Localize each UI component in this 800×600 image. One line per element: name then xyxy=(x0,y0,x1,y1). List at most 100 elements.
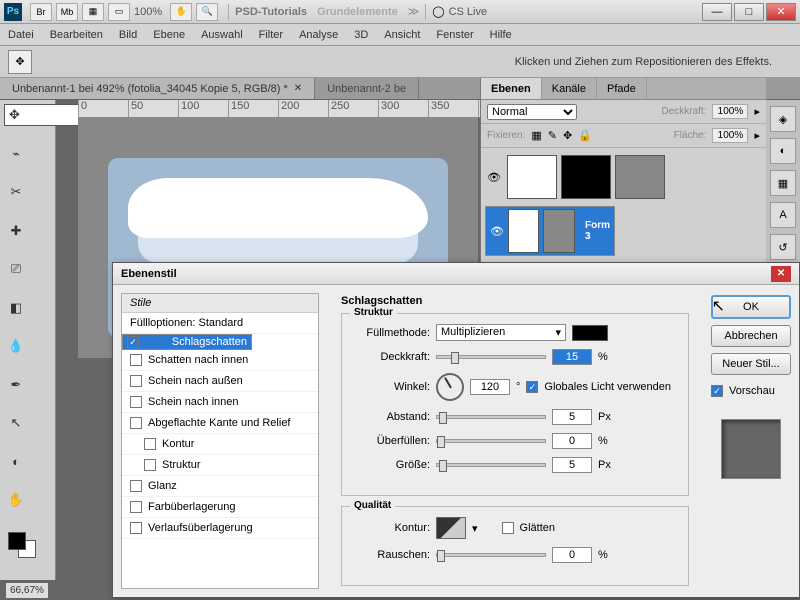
arrange-icon[interactable]: ▦ xyxy=(82,3,104,21)
preview-checkbox[interactable]: ✓ xyxy=(711,385,723,397)
distance-slider[interactable] xyxy=(436,415,546,419)
style-row[interactable]: Struktur xyxy=(122,455,318,476)
style-row[interactable]: ✓Schlagschatten xyxy=(122,334,252,350)
style-row[interactable]: Schein nach außen xyxy=(122,371,318,392)
angle-dial[interactable] xyxy=(436,373,464,401)
dialog-close-button[interactable]: ✕ xyxy=(771,266,791,282)
spread-slider[interactable] xyxy=(436,439,546,443)
style-checkbox[interactable]: ✓ xyxy=(127,336,139,348)
dialog-titlebar[interactable]: Ebenenstil ✕ xyxy=(113,263,799,285)
hand-icon[interactable]: ✋ xyxy=(170,3,192,21)
lock-all-icon[interactable]: 🔒 xyxy=(578,129,592,142)
style-checkbox[interactable] xyxy=(130,354,142,366)
zoom-status[interactable]: 66,67% xyxy=(6,583,48,598)
style-checkbox[interactable] xyxy=(130,480,142,492)
menu-select[interactable]: Auswahl xyxy=(201,29,243,41)
style-checkbox[interactable] xyxy=(130,375,142,387)
style-checkbox[interactable] xyxy=(130,417,142,429)
style-checkbox[interactable] xyxy=(144,438,156,450)
opacity-value[interactable]: 100% xyxy=(712,104,748,119)
angle-input[interactable]: 120 xyxy=(470,379,510,395)
style-row[interactable]: Füllloptionen: Standard xyxy=(122,313,318,334)
layer-name[interactable]: Form 3 xyxy=(579,220,610,242)
style-row[interactable]: Abgeflachte Kante und Relief xyxy=(122,413,318,434)
blur-tool[interactable]: 💧 xyxy=(4,335,28,357)
style-checkbox[interactable] xyxy=(144,459,156,471)
chevron-icon[interactable]: ▸ xyxy=(754,105,760,118)
style-row[interactable]: Verlaufsüberlagerung xyxy=(122,518,318,539)
layers-icon[interactable]: ◈ xyxy=(770,106,796,132)
fill-value[interactable]: 100% xyxy=(712,128,748,143)
heal-tool[interactable]: ✚ xyxy=(4,220,28,242)
menu-analysis[interactable]: Analyse xyxy=(299,29,338,41)
visibility-icon[interactable]: 👁 xyxy=(485,171,503,184)
more-icon[interactable]: ≫ xyxy=(408,5,420,18)
tab-channels[interactable]: Kanäle xyxy=(542,78,597,99)
fillmethod-select[interactable]: Multiplizieren▾ xyxy=(436,324,566,341)
style-checkbox[interactable] xyxy=(130,522,142,534)
opacity-input[interactable]: 15 xyxy=(552,349,592,365)
style-row[interactable]: Kontur xyxy=(122,434,318,455)
opacity-slider[interactable] xyxy=(436,355,546,359)
ok-button[interactable]: OK xyxy=(711,295,791,319)
aa-checkbox[interactable] xyxy=(502,522,514,534)
menu-3d[interactable]: 3D xyxy=(354,29,368,41)
layer-row-selected[interactable]: 👁 Form 3 xyxy=(485,206,615,256)
menu-layer[interactable]: Ebene xyxy=(153,29,185,41)
path-tool[interactable]: ↖ xyxy=(4,412,28,434)
visibility-icon[interactable]: 👁 xyxy=(490,225,504,238)
shadow-color-swatch[interactable] xyxy=(572,325,608,341)
doc-tab-1[interactable]: Unbenannt-1 bei 492% (fotolia_34045 Kopi… xyxy=(0,78,315,99)
3d-tool[interactable]: ◐ xyxy=(4,451,28,473)
layer-row[interactable]: 👁 xyxy=(485,152,762,202)
lock-paint-icon[interactable]: ✎ xyxy=(548,129,557,142)
minimize-button[interactable]: — xyxy=(702,3,732,21)
tab-layers[interactable]: Ebenen xyxy=(481,78,542,99)
adjustments-icon[interactable]: ◐ xyxy=(770,138,796,164)
hand-tool[interactable]: ✋ xyxy=(4,489,28,511)
style-row[interactable]: Farbüberlagerung xyxy=(122,497,318,518)
screen-mode-icon[interactable]: ▭ xyxy=(108,3,130,21)
menu-view[interactable]: Ansicht xyxy=(384,29,420,41)
style-row[interactable]: Glanz xyxy=(122,476,318,497)
blend-mode-select[interactable]: Normal xyxy=(487,104,577,120)
chevron-icon[interactable]: ▸ xyxy=(754,129,760,142)
char-icon[interactable]: A xyxy=(770,202,796,228)
menu-image[interactable]: Bild xyxy=(119,29,137,41)
size-slider[interactable] xyxy=(436,463,546,467)
style-checkbox[interactable] xyxy=(130,501,142,513)
workspace-link-2[interactable]: Grundelemente xyxy=(317,6,398,18)
noise-input[interactable]: 0 xyxy=(552,547,592,563)
history-icon[interactable]: ↺ xyxy=(770,234,796,260)
move-tool-icon[interactable]: ✥ xyxy=(8,50,32,74)
menu-filter[interactable]: Filter xyxy=(259,29,283,41)
noise-slider[interactable] xyxy=(436,553,546,557)
doc-tab-2[interactable]: Unbenannt-2 be xyxy=(315,78,419,99)
menu-edit[interactable]: Bearbeiten xyxy=(50,29,103,41)
pen-tool[interactable]: ✒ xyxy=(4,374,28,396)
menu-file[interactable]: Datei xyxy=(8,29,34,41)
styles-icon[interactable]: ▦ xyxy=(770,170,796,196)
close-icon[interactable]: ✕ xyxy=(294,83,302,94)
lock-trans-icon[interactable]: ▦ xyxy=(531,129,541,142)
bridge-icon[interactable]: Br xyxy=(30,3,52,21)
new-style-button[interactable]: Neuer Stil... xyxy=(711,353,791,375)
workspace-link-1[interactable]: PSD-Tutorials xyxy=(235,6,307,18)
contour-picker[interactable] xyxy=(436,517,466,539)
title-zoom[interactable]: 100% xyxy=(134,6,162,18)
maximize-button[interactable]: □ xyxy=(734,3,764,21)
cslive-label[interactable]: CS Live xyxy=(449,6,488,18)
menu-help[interactable]: Hilfe xyxy=(490,29,512,41)
lasso-tool[interactable]: ⌁ xyxy=(4,143,28,165)
cancel-button[interactable]: Abbrechen xyxy=(711,325,791,347)
zoom-tool-icon[interactable]: 🔍 xyxy=(196,3,218,21)
crop-tool[interactable]: ✂ xyxy=(4,181,28,203)
tab-paths[interactable]: Pfade xyxy=(597,78,647,99)
distance-input[interactable]: 5 xyxy=(552,409,592,425)
lock-move-icon[interactable]: ✥ xyxy=(563,129,572,142)
spread-input[interactable]: 0 xyxy=(552,433,592,449)
close-button[interactable]: ✕ xyxy=(766,3,796,21)
style-checkbox[interactable] xyxy=(130,396,142,408)
style-row[interactable]: Schatten nach innen xyxy=(122,350,318,371)
menu-window[interactable]: Fenster xyxy=(436,29,473,41)
